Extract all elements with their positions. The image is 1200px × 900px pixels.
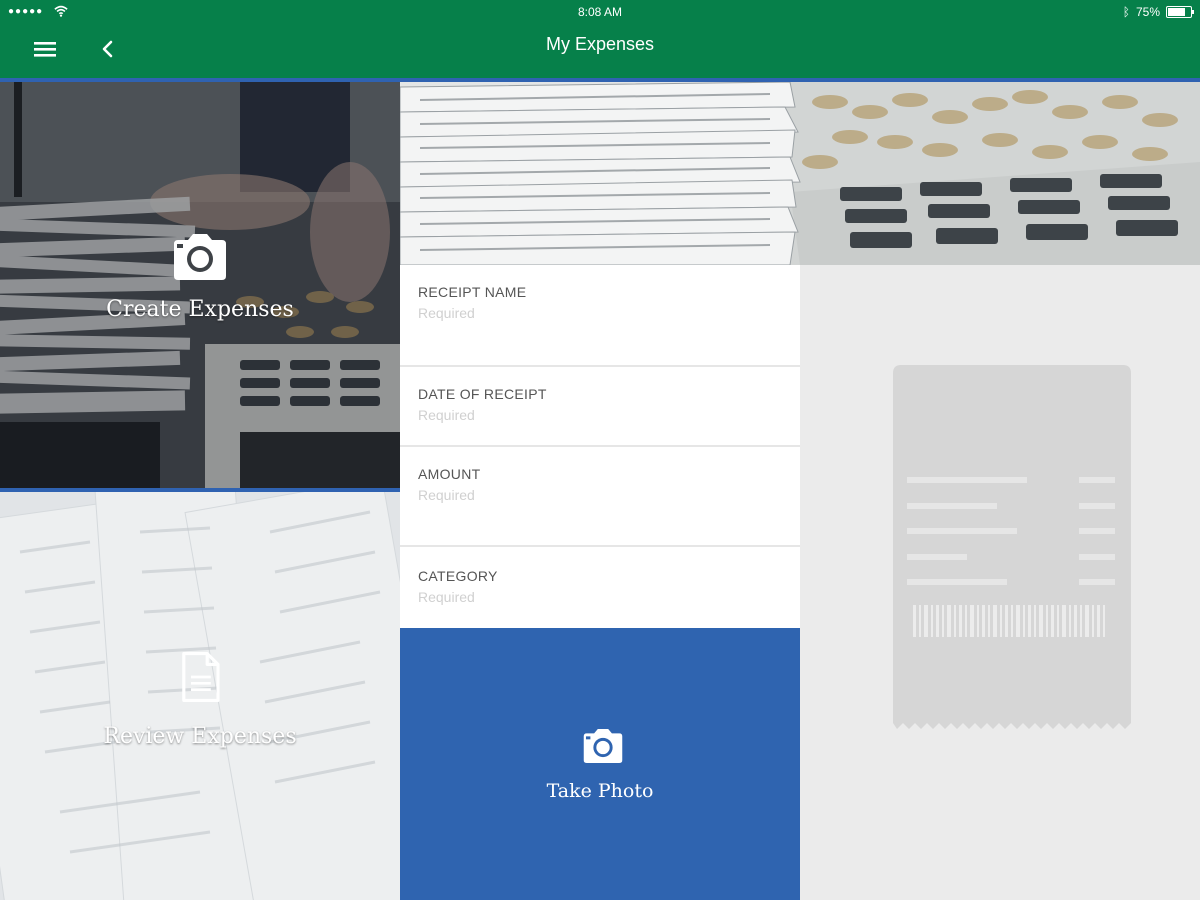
bluetooth-icon: ᛒ bbox=[1122, 5, 1130, 19]
nav-bar: My Expenses bbox=[0, 24, 1200, 78]
page-title: My Expenses bbox=[545, 34, 655, 54]
date-of-receipt-field: DATE OF RECEIPT bbox=[400, 367, 800, 447]
category-field: CATEGORY bbox=[400, 547, 800, 628]
receipt-name-label: RECEIPT NAME bbox=[418, 284, 527, 300]
create-expenses-label: Create Expenses bbox=[106, 297, 294, 322]
date-of-receipt-input[interactable] bbox=[418, 407, 778, 423]
create-expenses-tile[interactable]: Create Expenses bbox=[0, 82, 400, 488]
status-bar: ●●●●● 8:08 AM ᛒ 75% bbox=[0, 0, 1200, 24]
receipt-placeholder-icon bbox=[893, 365, 1131, 729]
amount-label: AMOUNT bbox=[418, 466, 481, 482]
receipt-form: RECEIPT NAME DATE OF RECEIPT AMOUNT CATE… bbox=[400, 265, 800, 628]
battery-fill bbox=[1168, 8, 1185, 16]
receipt-name-field: RECEIPT NAME bbox=[400, 265, 800, 367]
create-expenses-overlay bbox=[0, 82, 400, 488]
take-photo-label: Take Photo bbox=[546, 780, 654, 802]
hero-image bbox=[400, 82, 1200, 265]
document-icon bbox=[182, 652, 220, 702]
status-right: ᛒ 75% bbox=[1122, 5, 1194, 19]
amount-input[interactable] bbox=[418, 487, 778, 503]
app-header: ●●●●● 8:08 AM ᛒ 75% My Expenses bbox=[0, 0, 1200, 80]
camera-icon bbox=[174, 234, 226, 280]
take-photo-button[interactable]: Take Photo bbox=[400, 628, 800, 900]
receipts-calculator-photo bbox=[400, 82, 1200, 265]
category-input[interactable] bbox=[418, 589, 778, 605]
battery-percent: 75% bbox=[1135, 5, 1160, 19]
receipt-preview-panel bbox=[800, 265, 1200, 900]
camera-icon bbox=[583, 728, 623, 764]
review-expenses-label: Review Expenses bbox=[103, 724, 297, 749]
date-of-receipt-label: DATE OF RECEIPT bbox=[418, 386, 547, 402]
battery-icon bbox=[1166, 6, 1194, 18]
review-expenses-tile[interactable]: Review Expenses bbox=[0, 488, 400, 900]
receipt-name-input[interactable] bbox=[418, 305, 778, 321]
amount-field: AMOUNT bbox=[400, 447, 800, 547]
category-label: CATEGORY bbox=[418, 568, 498, 584]
status-time: 8:08 AM bbox=[577, 5, 623, 19]
